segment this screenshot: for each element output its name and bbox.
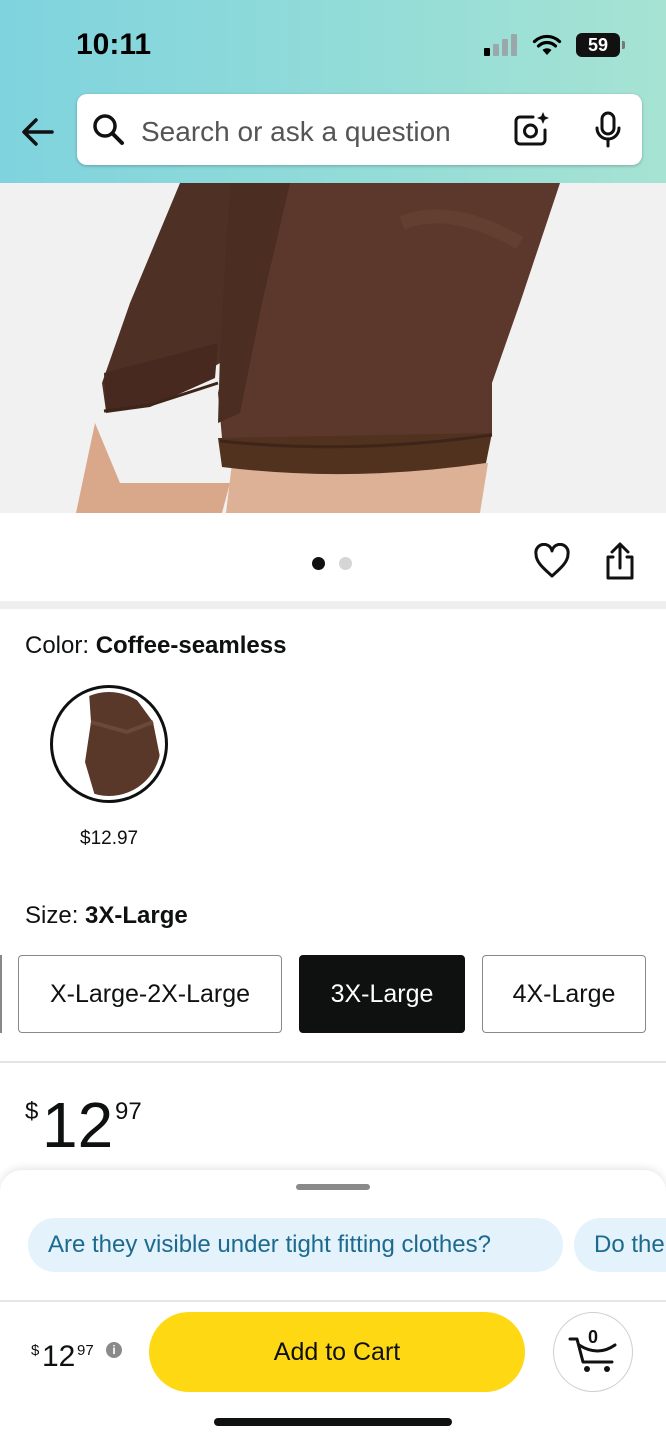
share-icon[interactable] bbox=[603, 541, 637, 581]
size-option-xl-2xl[interactable]: X-Large-2X-Large bbox=[18, 955, 282, 1033]
question-chip[interactable]: Are they visible under tight fitting clo… bbox=[28, 1218, 563, 1272]
cart-button[interactable]: 0 bbox=[553, 1312, 633, 1392]
color-label-text: Color: bbox=[25, 632, 96, 659]
info-icon[interactable]: i bbox=[106, 1342, 122, 1358]
size-label: Size: 3X-Large bbox=[25, 902, 188, 930]
swatch-price: $12.97 bbox=[80, 828, 139, 849]
bottom-sheet: Are they visible under tight fitting clo… bbox=[0, 1170, 666, 1440]
back-arrow-icon[interactable] bbox=[18, 112, 58, 152]
heart-icon[interactable] bbox=[533, 543, 571, 579]
product-image[interactable] bbox=[0, 183, 666, 513]
search-input[interactable]: Search or ask a question bbox=[141, 116, 451, 148]
sheet-divider bbox=[0, 1300, 666, 1302]
image-pagination[interactable] bbox=[312, 557, 352, 570]
color-swatch-selected[interactable] bbox=[50, 685, 168, 803]
size-option-4xl[interactable]: 4X-Large bbox=[482, 955, 646, 1033]
question-chip[interactable]: Do the bbox=[574, 1218, 666, 1272]
microphone-icon[interactable] bbox=[593, 110, 623, 150]
price-currency: $ bbox=[25, 1098, 39, 1125]
buybar-price-currency: $ bbox=[31, 1342, 40, 1359]
price-whole: 12 bbox=[42, 1089, 114, 1161]
status-time: 10:11 bbox=[76, 28, 152, 61]
divider bbox=[0, 1061, 666, 1063]
size-option-3xl[interactable]: 3X-Large bbox=[299, 955, 465, 1033]
cellular-signal-icon bbox=[484, 34, 517, 56]
search-bar[interactable]: Search or ask a question bbox=[77, 94, 642, 165]
size-label-text: Size: bbox=[25, 902, 86, 929]
status-icons: 59 bbox=[484, 30, 625, 60]
pagination-dot-active[interactable] bbox=[312, 557, 325, 570]
top-header: 10:11 59 Search or ask a question bbox=[0, 0, 666, 183]
product-photo bbox=[0, 183, 666, 513]
sheet-grabber[interactable] bbox=[296, 1184, 370, 1190]
camera-search-icon[interactable] bbox=[511, 110, 551, 150]
add-to-cart-button[interactable]: Add to Cart bbox=[149, 1312, 525, 1392]
buybar-price-whole: 12 bbox=[42, 1340, 76, 1373]
home-indicator bbox=[214, 1418, 452, 1426]
section-divider bbox=[0, 601, 666, 609]
color-value: Coffee-seamless bbox=[95, 632, 287, 659]
pagination-dot[interactable] bbox=[339, 557, 352, 570]
wifi-icon bbox=[532, 34, 562, 55]
swatch-thumbnail bbox=[57, 692, 161, 796]
cart-icon bbox=[568, 1337, 617, 1372]
search-icon bbox=[93, 114, 124, 145]
price-fraction: 97 bbox=[115, 1098, 142, 1125]
buybar-price-fraction: 97 bbox=[77, 1342, 94, 1359]
color-label: Color: Coffee-seamless bbox=[25, 632, 286, 660]
size-option-partial[interactable] bbox=[0, 955, 2, 1033]
size-value: 3X-Large bbox=[85, 902, 188, 929]
battery-icon: 59 bbox=[576, 33, 625, 57]
